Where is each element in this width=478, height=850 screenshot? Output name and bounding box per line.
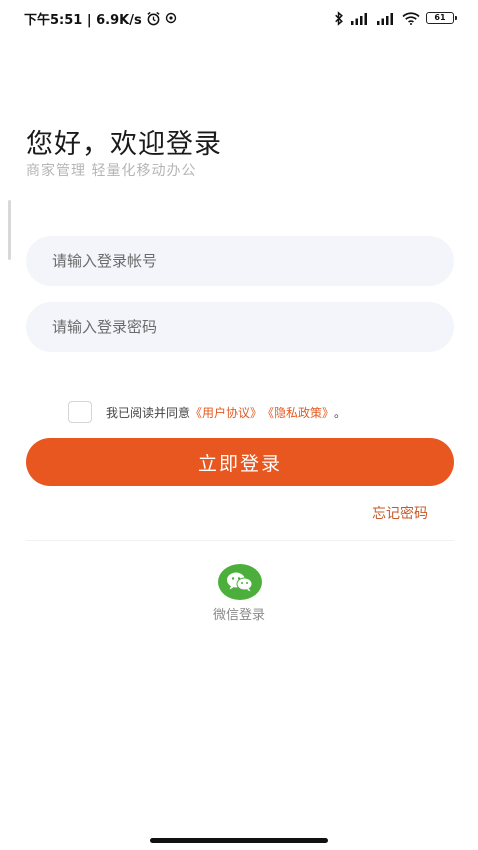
agreement-checkbox[interactable]	[68, 401, 92, 423]
page-title: 您好，欢迎登录	[26, 129, 222, 160]
status-right: 61	[334, 10, 457, 26]
notification-icon	[165, 12, 177, 24]
status-bar: 下午5:51 | 6.9K/s 61	[0, 0, 478, 36]
account-input[interactable]	[26, 236, 454, 286]
wifi-icon	[402, 11, 420, 25]
wechat-login-label[interactable]: 微信登录	[0, 604, 478, 623]
agreement-suffix: 。	[334, 405, 347, 420]
agreement-row: 我已阅读并同意 《用户协议》 《隐私政策》 。	[68, 400, 346, 424]
signal-icon	[350, 12, 370, 25]
status-time-speed: 下午5:51 | 6.9K/s	[24, 12, 142, 28]
battery-icon: 61	[426, 12, 457, 24]
login-button[interactable]: 立即登录	[26, 438, 454, 486]
home-indicator[interactable]	[150, 838, 328, 843]
status-left: 下午5:51 | 6.9K/s	[24, 9, 177, 28]
signal-icon	[376, 12, 396, 25]
account-field-container	[26, 236, 454, 286]
divider	[26, 540, 454, 541]
agreement-prefix: 我已阅读并同意	[106, 405, 191, 420]
user-agreement-link[interactable]: 《用户协议》	[190, 404, 262, 421]
privacy-policy-link[interactable]: 《隐私政策》	[262, 404, 334, 421]
page-subtitle: 商家管理 轻量化移动办公	[26, 163, 197, 179]
bluetooth-icon	[334, 10, 344, 26]
wechat-icon[interactable]	[218, 564, 262, 600]
password-input[interactable]	[26, 302, 454, 352]
alarm-icon	[146, 11, 161, 26]
scroll-indicator	[8, 200, 11, 260]
forgot-password-link[interactable]: 忘记密码	[372, 503, 428, 523]
password-field-container	[26, 302, 454, 352]
